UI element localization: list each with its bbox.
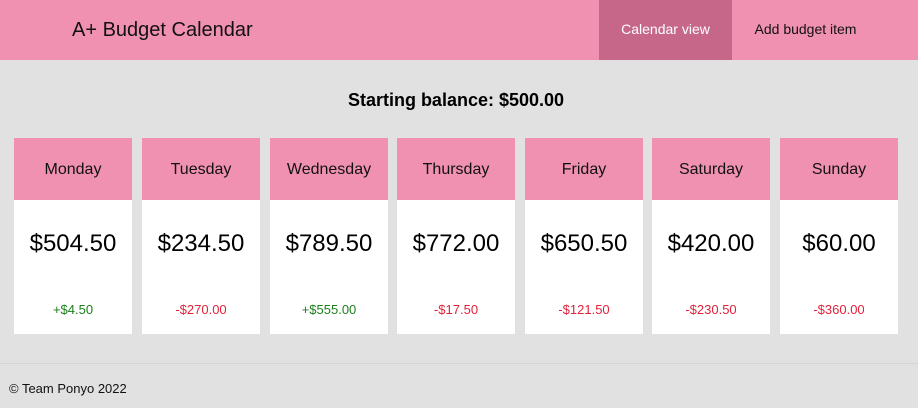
day-balance: $650.50	[540, 230, 628, 257]
day-body: $420.00 -$230.50	[652, 200, 770, 334]
day-name: Sunday	[780, 138, 898, 200]
day-body: $234.50 -$270.00	[142, 200, 260, 334]
day-card-thursday: Thursday $772.00 -$17.50	[397, 138, 515, 334]
starting-balance: Starting balance: $500.00	[347, 90, 565, 110]
day-body: $60.00 -$360.00	[780, 200, 898, 334]
tab-calendar-view[interactable]: Calendar view	[599, 0, 732, 60]
day-balance: $420.00	[667, 230, 755, 257]
day-change: +$4.50	[52, 302, 94, 317]
footer-divider	[0, 363, 918, 364]
app-title: A+ Budget Calendar	[72, 19, 253, 41]
tab-add-budget-item[interactable]: Add budget item	[732, 0, 879, 60]
footer-copyright: © Team Ponyo 2022	[9, 381, 127, 396]
day-change: -$360.00	[813, 302, 865, 317]
day-name: Saturday	[652, 138, 770, 200]
day-name: Friday	[525, 138, 643, 200]
top-navbar: A+ Budget Calendar Calendar view Add bud…	[0, 0, 918, 60]
day-balance: $772.00	[412, 230, 500, 257]
day-balance: $234.50	[157, 230, 245, 257]
day-balance: $504.50	[29, 230, 117, 257]
day-card-monday: Monday $504.50 +$4.50	[14, 138, 132, 334]
day-balance: $789.50	[285, 230, 373, 257]
day-body: $650.50 -$121.50	[525, 200, 643, 334]
day-card-saturday: Saturday $420.00 -$230.50	[652, 138, 770, 334]
day-balance: $60.00	[802, 230, 876, 257]
day-name: Monday	[14, 138, 132, 200]
day-body: $789.50 +$555.00	[270, 200, 388, 334]
day-change: -$270.00	[175, 302, 227, 317]
day-name: Thursday	[397, 138, 515, 200]
day-change: -$17.50	[433, 302, 479, 317]
day-change: +$555.00	[301, 302, 357, 317]
day-card-tuesday: Tuesday $234.50 -$270.00	[142, 138, 260, 334]
day-body: $504.50 +$4.50	[14, 200, 132, 334]
day-name: Wednesday	[270, 138, 388, 200]
day-card-friday: Friday $650.50 -$121.50	[525, 138, 643, 334]
day-change: -$121.50	[558, 302, 610, 317]
day-body: $772.00 -$17.50	[397, 200, 515, 334]
day-change: -$230.50	[685, 302, 737, 317]
day-card-wednesday: Wednesday $789.50 +$555.00	[270, 138, 388, 334]
day-card-sunday: Sunday $60.00 -$360.00	[780, 138, 898, 334]
day-name: Tuesday	[142, 138, 260, 200]
